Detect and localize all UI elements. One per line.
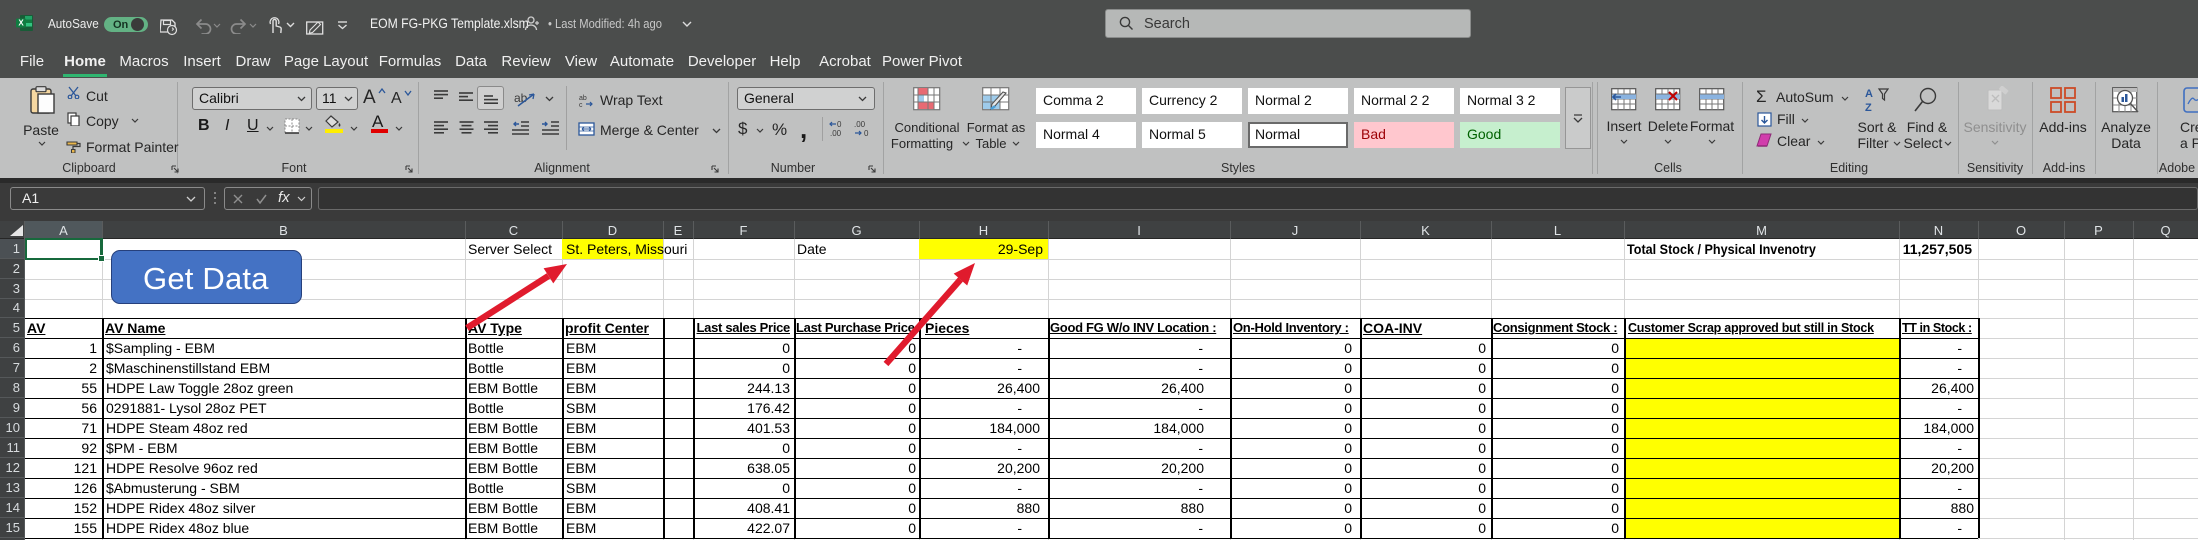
svg-text:.00: .00 <box>830 129 842 138</box>
svg-text:.00: .00 <box>854 120 866 129</box>
svg-text:0: 0 <box>837 120 842 129</box>
svg-text:A: A <box>1865 88 1873 100</box>
svg-text:0: 0 <box>864 129 869 138</box>
svg-text:ab: ab <box>514 91 528 105</box>
svg-text:ab: ab <box>579 95 587 102</box>
svg-text:Z: Z <box>1865 102 1872 114</box>
svg-text:X: X <box>18 19 24 28</box>
svg-text:c: c <box>579 102 583 107</box>
